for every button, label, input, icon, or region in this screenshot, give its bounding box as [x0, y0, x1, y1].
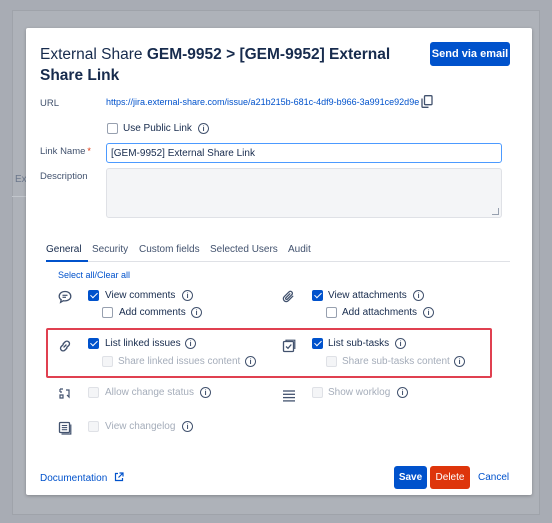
list-sub-tasks-checkbox[interactable] [312, 338, 323, 349]
subtask-icon [282, 339, 296, 353]
show-worklog-checkbox[interactable] [312, 387, 323, 398]
link-name-label: Link Name * [40, 146, 91, 157]
info-icon[interactable]: i [413, 290, 424, 301]
highlight-box [46, 328, 492, 378]
share-linked-issues-content-label: Share linked issues content [118, 356, 241, 367]
changelog-icon [58, 421, 72, 435]
copy-icon[interactable] [421, 95, 433, 108]
add-comments-label: Add comments [119, 307, 186, 318]
list-linked-issues-label: List linked issues [105, 338, 181, 349]
info-icon[interactable]: i [397, 387, 408, 398]
comment-icon [58, 290, 72, 304]
select-all-link[interactable]: Select all [58, 270, 95, 280]
description-label: Description [40, 171, 88, 182]
info-icon[interactable]: i [395, 338, 406, 349]
external-link-icon[interactable] [114, 472, 124, 482]
tab-bar: General Security Custom fields Selected … [46, 243, 510, 262]
share-url-link[interactable]: https://jira.external-share.com/issue/a2… [106, 97, 419, 107]
url-label: URL [40, 98, 60, 109]
paperclip-icon [282, 290, 294, 303]
show-worklog-label: Show worklog [328, 387, 391, 398]
info-icon[interactable]: i [454, 356, 465, 367]
list-sub-tasks-label: List sub-tasks [328, 338, 390, 349]
view-attachments-label: View attachments [328, 290, 407, 301]
required-marker: * [87, 146, 91, 156]
view-comments-label: View comments [105, 290, 176, 301]
clear-all-link[interactable]: Clear all [97, 270, 130, 280]
share-sub-tasks-content-checkbox[interactable] [326, 356, 337, 367]
info-icon[interactable]: i [182, 421, 193, 432]
info-icon[interactable]: i [185, 338, 196, 349]
status-icon [59, 388, 70, 399]
allow-change-status-checkbox[interactable] [88, 387, 99, 398]
share-linked-issues-content-checkbox[interactable] [102, 356, 113, 367]
use-public-link-label: Use Public Link [123, 123, 192, 134]
allow-change-status-label: Allow change status [105, 387, 194, 398]
documentation-link[interactable]: Documentation [40, 473, 107, 484]
info-icon[interactable]: i [245, 356, 256, 367]
worklog-icon [283, 390, 295, 402]
background-partial-label: Ex [15, 174, 27, 185]
info-icon[interactable]: i [191, 307, 202, 318]
view-changelog-checkbox[interactable] [88, 421, 99, 432]
cancel-button[interactable]: Cancel [478, 472, 509, 483]
tab-security[interactable]: Security [92, 244, 128, 255]
select-clear-links: Select all/Clear all [58, 270, 130, 280]
tab-selected-users[interactable]: Selected Users [210, 244, 278, 255]
link-icon [59, 340, 71, 352]
send-via-email-button[interactable]: Send via email [430, 42, 510, 66]
share-sub-tasks-content-label: Share sub-tasks content [342, 356, 450, 367]
view-attachments-checkbox[interactable] [312, 290, 323, 301]
delete-button[interactable]: Delete [430, 466, 470, 489]
view-comments-checkbox[interactable] [88, 290, 99, 301]
info-icon[interactable]: i [182, 290, 193, 301]
add-attachments-label: Add attachments [342, 307, 418, 318]
background-divider [12, 196, 26, 197]
use-public-link-checkbox[interactable] [107, 123, 118, 134]
add-comments-checkbox[interactable] [102, 307, 113, 318]
tab-general[interactable]: General [46, 244, 82, 255]
info-icon[interactable]: i [200, 387, 211, 398]
description-textarea[interactable] [106, 168, 502, 218]
title-prefix: External Share [40, 46, 143, 63]
info-icon[interactable]: i [423, 307, 434, 318]
active-tab-indicator [46, 260, 88, 262]
resize-handle[interactable] [492, 208, 499, 215]
tab-custom-fields[interactable]: Custom fields [139, 244, 200, 255]
external-share-dialog: External Share GEM-9952 > [GEM-9952] Ext… [26, 28, 532, 495]
tab-audit[interactable]: Audit [288, 244, 311, 255]
view-changelog-label: View changelog [105, 421, 176, 432]
list-linked-issues-checkbox[interactable] [88, 338, 99, 349]
link-name-label-text: Link Name [40, 146, 86, 157]
dialog-title: External Share GEM-9952 > [GEM-9952] Ext… [40, 44, 420, 86]
add-attachments-checkbox[interactable] [326, 307, 337, 318]
info-icon[interactable]: i [198, 123, 209, 134]
link-name-input[interactable] [106, 143, 502, 163]
save-button[interactable]: Save [394, 466, 427, 489]
